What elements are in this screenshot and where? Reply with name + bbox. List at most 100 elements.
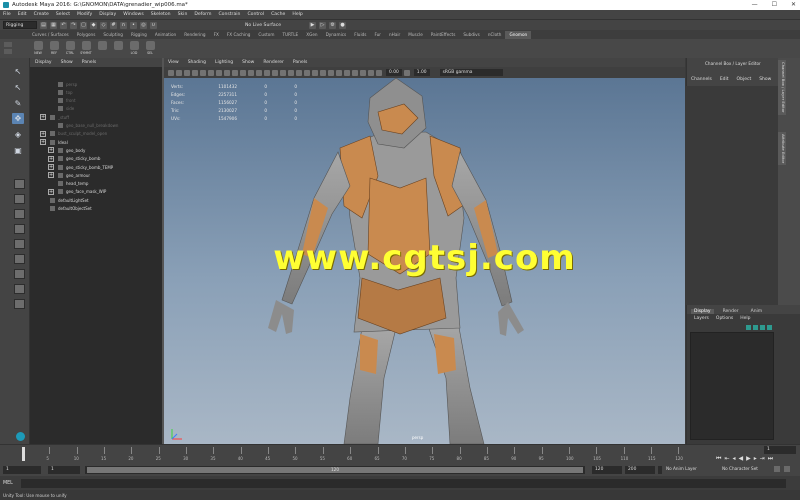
shelf-tab-polygons[interactable]: Polygons	[73, 31, 100, 39]
close-icon[interactable]: ✕	[791, 1, 796, 8]
shelf-tool-icon[interactable]: NEW	[32, 41, 44, 56]
start-frame-field[interactable]: 1	[3, 466, 41, 474]
time-slider[interactable]: 5 10 15 20 25 30 35 40 45 50 55 60 65 70 75 80 85 90 95 100…	[0, 444, 800, 464]
graph-layout-icon[interactable]	[14, 284, 25, 294]
auto-key-icon[interactable]	[774, 466, 780, 472]
safe-action-icon[interactable]	[256, 69, 262, 76]
viewport-menu-panels[interactable]: Panels	[293, 60, 307, 65]
outliner-item[interactable]: front	[48, 97, 76, 105]
persp-uv-layout-icon[interactable]	[14, 254, 25, 264]
shelf-tool-icon[interactable]	[112, 41, 124, 56]
outliner-item[interactable]: head_temp	[48, 180, 88, 188]
expand-icon[interactable]: +	[48, 172, 54, 179]
outliner-item[interactable]: defaultLightSet	[40, 196, 89, 204]
wireframe-icon[interactable]	[272, 69, 278, 76]
minimize-icon[interactable]: —	[752, 1, 758, 8]
redo-icon[interactable]: ↷	[70, 21, 77, 29]
shelf-tab-subdivs[interactable]: Subdivs	[459, 31, 483, 39]
range-slider-handle[interactable]: 120	[87, 467, 583, 473]
paint-select-icon[interactable]: ✎	[12, 98, 24, 109]
ipr-render-icon[interactable]: ▷	[319, 21, 327, 29]
range-slider-track[interactable]: 120	[85, 466, 585, 474]
gamma-icon[interactable]	[403, 69, 410, 76]
lasso-tool-icon[interactable]: ↖	[12, 82, 24, 93]
outliner-item[interactable]: top	[48, 88, 73, 96]
shelf-tool-icon[interactable]: LOD	[128, 41, 140, 56]
camera-attributes-icon[interactable]	[176, 69, 182, 76]
viewport-menu-show[interactable]: Show	[242, 60, 254, 65]
snap-view-icon[interactable]: ◎	[140, 21, 147, 29]
go-to-start-icon[interactable]: ⏮	[716, 455, 721, 463]
snap-grid-icon[interactable]: #	[110, 21, 117, 29]
play-backward-icon[interactable]: ◀	[738, 455, 743, 463]
image-plane-icon[interactable]	[192, 69, 198, 76]
outliner-item[interactable]: + _stuff	[40, 113, 69, 121]
channel-menu-channels[interactable]: Channels	[691, 77, 712, 82]
channel-menu-object[interactable]: Object	[737, 77, 752, 82]
menu-cache[interactable]: Cache	[271, 12, 285, 17]
channel-menu-show[interactable]: Show	[759, 77, 771, 82]
snap-point-icon[interactable]: •	[130, 21, 137, 29]
shelf-tab-fluids[interactable]: Fluids	[350, 31, 370, 39]
channel-box-tab[interactable]: Channel Box / Layer Editor	[778, 60, 786, 115]
anti-aliasing-icon[interactable]	[336, 69, 342, 76]
outliner-item[interactable]: side	[48, 105, 74, 113]
select-component-icon[interactable]: ◇	[100, 21, 107, 29]
shelf-tool-icon[interactable]: REF	[48, 41, 60, 56]
outliner-item[interactable]: + geo_sticky_bomb_TEMP	[48, 163, 113, 171]
lights-icon[interactable]	[304, 69, 310, 76]
menu-file[interactable]: File	[3, 12, 11, 17]
shelf-tab-turtle[interactable]: TURTLE	[278, 31, 302, 39]
expand-icon[interactable]: +	[48, 155, 54, 162]
menu-create[interactable]: Create	[34, 12, 49, 17]
select-object-icon[interactable]: ◆	[90, 21, 97, 29]
layer-menu-layers[interactable]: Layers	[694, 316, 709, 321]
outliner-item[interactable]: + geo_armour	[48, 171, 90, 179]
outliner-menu-panels[interactable]: Panels	[82, 60, 96, 65]
four-view-layout-icon[interactable]	[14, 194, 25, 204]
go-to-end-icon[interactable]: ⏭	[768, 455, 773, 463]
new-layer-icon[interactable]	[760, 325, 765, 330]
select-hierarchy-icon[interactable]: ▢	[80, 21, 87, 29]
shelf-tab-sculpting[interactable]: Sculpting	[99, 31, 127, 39]
menu-edit[interactable]: Edit	[18, 12, 27, 17]
grid-icon[interactable]	[216, 69, 222, 76]
resolution-gate-icon[interactable]	[232, 69, 238, 76]
textured-icon[interactable]	[296, 69, 302, 76]
shelf-tool-icon[interactable]: SYMMT	[80, 41, 92, 56]
shelf-tab-curves-surfaces[interactable]: Curves / Surfaces	[28, 31, 73, 39]
depth-of-field-icon[interactable]	[344, 69, 350, 76]
shelf-tab-xgen[interactable]: XGen	[302, 31, 321, 39]
bookmark-icon[interactable]	[184, 69, 190, 76]
outliner-layout-icon[interactable]	[14, 269, 25, 279]
shelf-tab-fx-caching[interactable]: FX Caching	[223, 31, 255, 39]
exposure-field[interactable]: 0.00	[386, 69, 402, 76]
select-tool-icon[interactable]: ↖	[12, 66, 24, 77]
persp-graph-layout-icon[interactable]	[14, 224, 25, 234]
snap-curve-icon[interactable]: ∩	[120, 21, 127, 29]
shelf-tool-icon[interactable]: CTRL	[64, 41, 76, 56]
step-back-frame-icon[interactable]: ◂	[732, 455, 735, 463]
current-time-marker[interactable]	[22, 447, 25, 461]
move-layer-down-icon[interactable]	[753, 325, 758, 330]
xray-components-icon[interactable]	[376, 69, 382, 76]
shelf-tab-rendering[interactable]: Rendering	[180, 31, 209, 39]
save-icon[interactable]: ▦	[50, 21, 57, 29]
channel-menu-edit[interactable]: Edit	[720, 77, 729, 82]
magnet-icon[interactable]: ∪	[150, 21, 157, 29]
expand-icon[interactable]: +	[48, 188, 54, 195]
2d-pan-zoom-icon[interactable]	[200, 69, 206, 76]
outliner-item[interactable]: persp	[48, 80, 77, 88]
ambient-occlusion-icon[interactable]	[320, 69, 326, 76]
shelf-tab-painteffects[interactable]: PaintEffects	[427, 31, 460, 39]
colorspace-dropdown[interactable]: sRGB gamma	[439, 69, 503, 76]
hypershade-icon[interactable]: ●	[339, 21, 347, 29]
outliner-item[interactable]: + geo_face_mask_WIP	[48, 188, 106, 196]
shelf-tab-fur[interactable]: Fur	[370, 31, 385, 39]
move-layer-up-icon[interactable]	[746, 325, 751, 330]
viewport-menu-shading[interactable]: Shading	[188, 60, 206, 65]
mel-label[interactable]: MEL	[3, 481, 21, 486]
gate-mask-icon[interactable]	[240, 69, 246, 76]
grease-pencil-icon[interactable]	[208, 69, 214, 76]
shelf-tool-icon[interactable]: SEL	[144, 41, 156, 56]
